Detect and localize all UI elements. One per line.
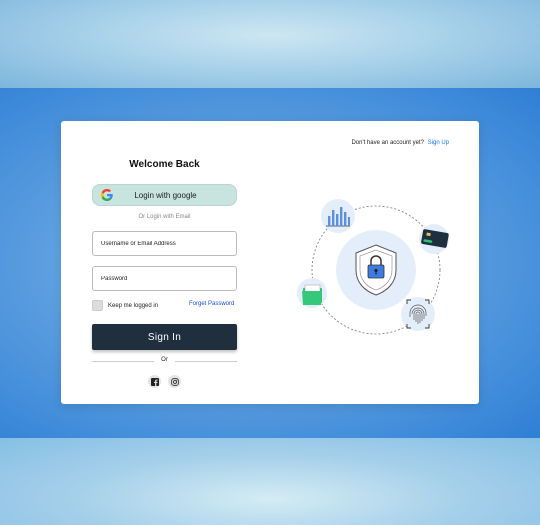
instagram-button[interactable] [168,375,181,388]
fingerprint-icon [401,297,435,331]
username-input[interactable] [93,232,236,256]
facebook-button[interactable] [148,375,161,388]
or-text: Or [161,357,168,363]
google-icon [101,189,113,201]
page-title: Welcome Back [129,159,200,170]
divider-line-right [175,361,237,362]
google-login-button[interactable]: Login with google [92,184,237,206]
remember-me[interactable]: Keep me logged in [92,300,158,311]
login-card: Don't have an account yet? Sign Up Welco… [61,121,479,404]
facebook-icon [150,377,159,386]
security-illustration [297,199,449,335]
or-divider: Or [92,357,237,365]
folder-icon [297,278,327,308]
signup-prompt: Don't have an account yet? [351,140,424,146]
background-bottom [0,438,540,525]
password-input[interactable] [93,267,236,291]
credit-card-icon [419,224,449,254]
bar-chart-icon [321,199,355,233]
signup-link[interactable]: Sign Up [428,140,449,146]
google-button-label: Login with google [134,190,197,200]
signup-row: Don't have an account yet? Sign Up [351,140,449,146]
sign-in-button[interactable]: Sign In [92,324,237,350]
password-field[interactable] [92,266,237,291]
username-field[interactable] [92,231,237,256]
instagram-icon [170,377,179,386]
background-top [0,0,540,88]
remember-checkbox[interactable] [92,300,103,311]
forgot-password-link[interactable]: Forget Password [189,301,234,307]
remember-label: Keep me logged in [108,302,159,309]
shield-lock-icon [336,230,416,310]
or-login-email-text: Or Login with Email [138,214,191,220]
